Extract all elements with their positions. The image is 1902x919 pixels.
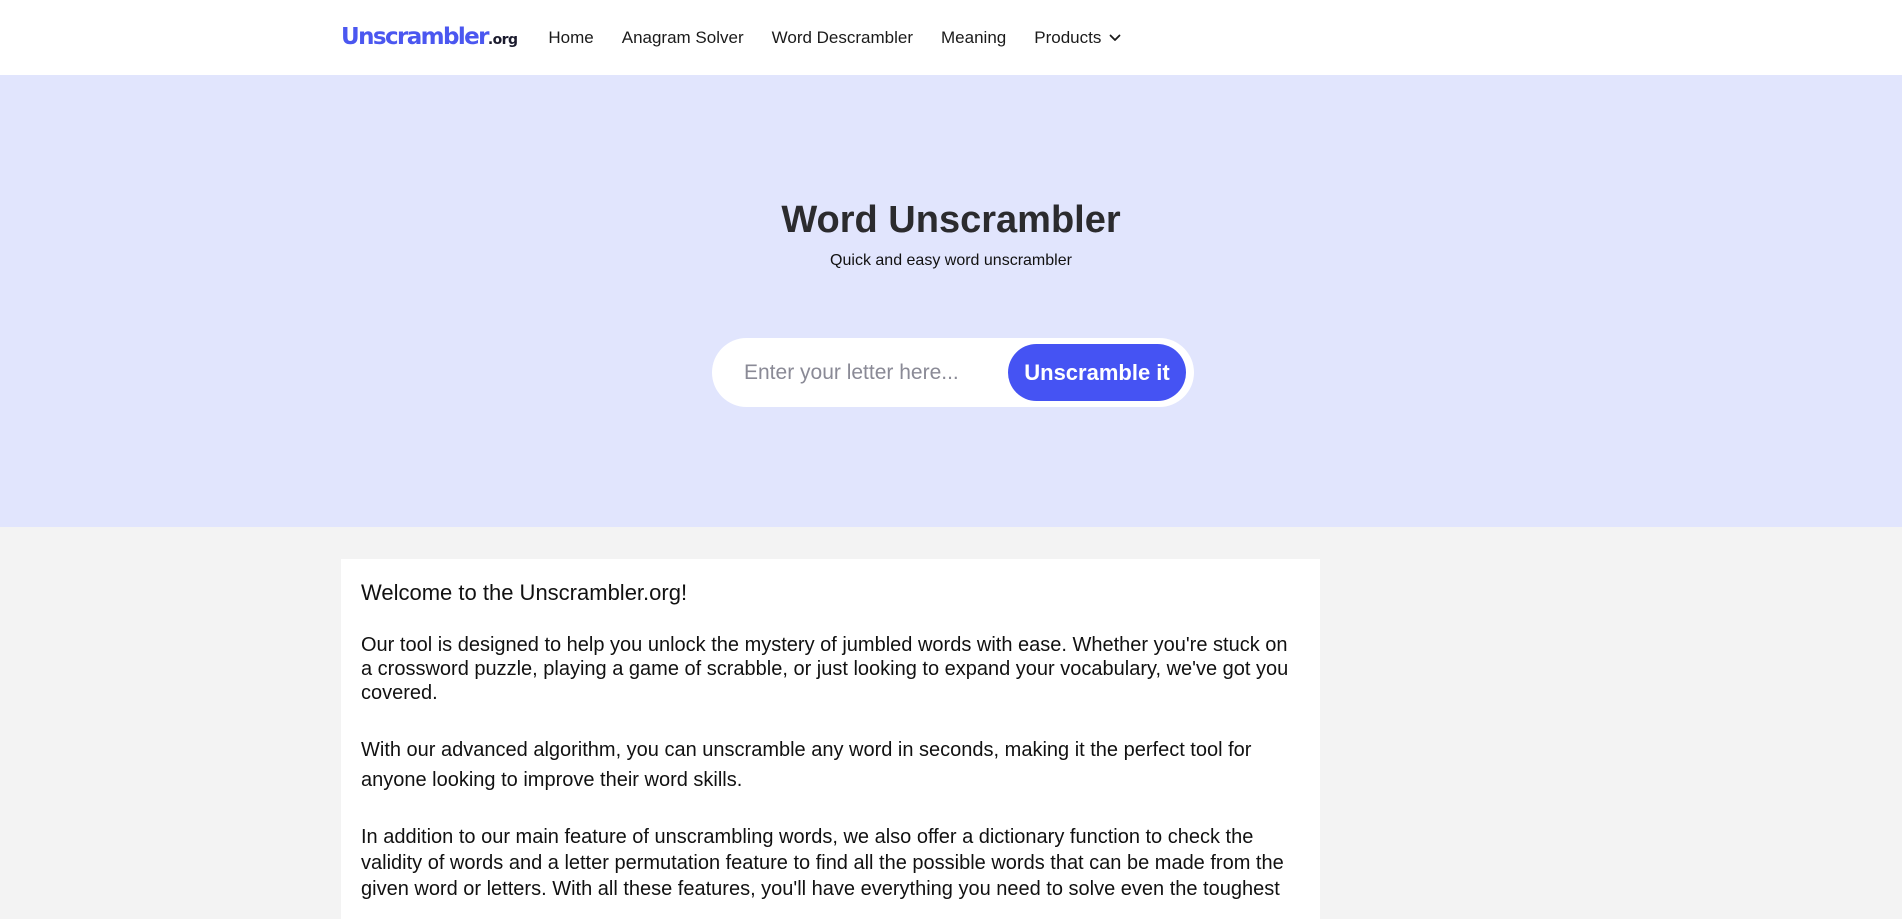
nav-meaning-link[interactable]: Meaning	[941, 28, 1006, 48]
logo-wordmark: Unscrambler	[341, 23, 490, 50]
hero-section: Word Unscrambler Quick and easy word uns…	[0, 75, 1902, 527]
nav-container: Unscrambler .org Home Anagram Solver Wor…	[341, 0, 1149, 75]
intro-paragraph-1: Our tool is designed to help you unlock …	[361, 634, 1289, 705]
page-subtitle: Quick and easy word unscrambler	[830, 252, 1072, 269]
search-form: Unscramble it	[712, 338, 1194, 407]
nav-anagram-solver-link[interactable]: Anagram Solver	[622, 28, 744, 48]
intro-paragraph-3: In addition to our main feature of unscr…	[361, 826, 1284, 901]
letters-input[interactable]	[742, 352, 1006, 394]
unscramble-button[interactable]: Unscramble it	[1008, 344, 1186, 401]
intro-paragraph-2: With our advanced algorithm, you can uns…	[361, 739, 1252, 792]
top-navbar: Unscrambler .org Home Anagram Solver Wor…	[0, 0, 1902, 76]
chevron-down-icon	[1109, 34, 1121, 42]
site-logo[interactable]: Unscrambler .org	[341, 23, 518, 50]
page-title: Word Unscrambler	[781, 199, 1121, 241]
welcome-heading: Welcome to the Unscrambler.org!	[361, 580, 688, 605]
nav-products-label: Products	[1034, 27, 1102, 47]
intro-card: Welcome to the Unscrambler.org! Our tool…	[341, 559, 1320, 919]
intro-text: Welcome to the Unscrambler.org! Our tool…	[361, 580, 1301, 902]
nav-products-dropdown[interactable]: Products	[1034, 28, 1121, 48]
logo-tld: .org	[487, 31, 518, 48]
nav-word-descrambler-link[interactable]: Word Descrambler	[772, 28, 913, 48]
nav-home-link[interactable]: Home	[548, 28, 593, 48]
